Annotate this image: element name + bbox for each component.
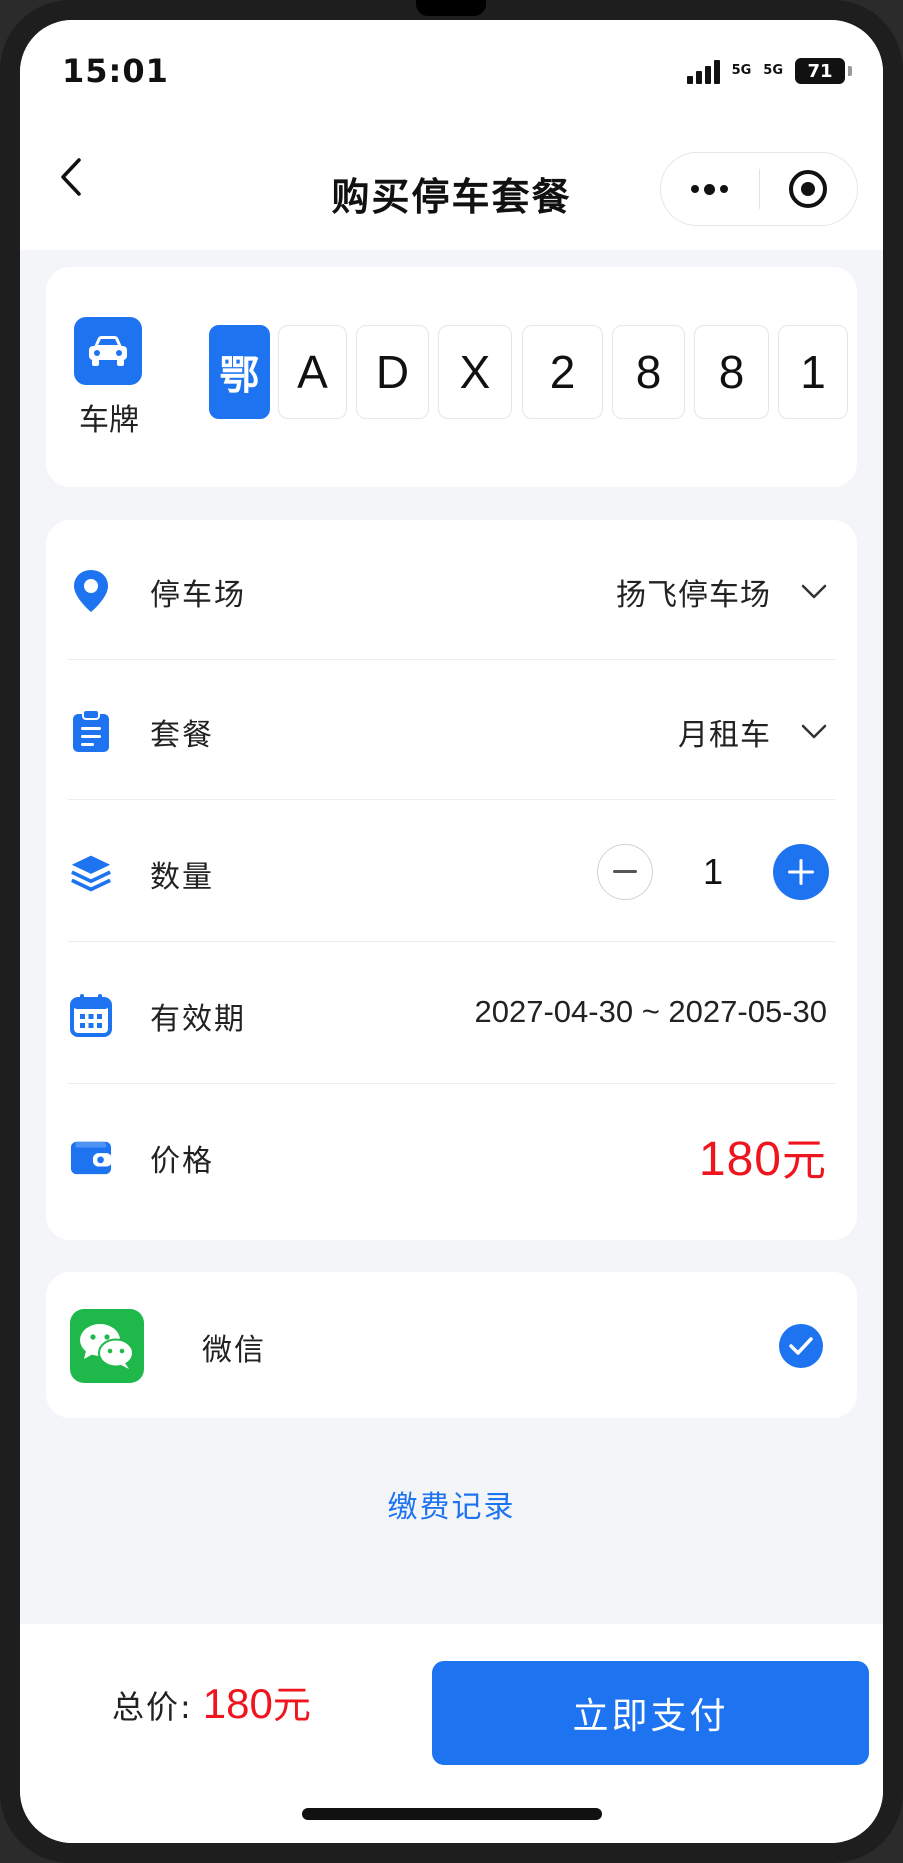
miniprogram-capsule <box>660 152 858 226</box>
target-icon <box>789 170 828 208</box>
plate-label: 车牌 <box>79 403 139 438</box>
package-label: 套餐 <box>150 718 214 753</box>
package-row[interactable]: 套餐 月租车 <box>46 660 857 800</box>
parking-lot-select[interactable]: 扬飞停车场 <box>616 570 827 614</box>
nav-bar: 购买停车套餐 <box>20 130 883 250</box>
plate-cell[interactable]: 8 <box>694 325 769 419</box>
more-button[interactable] <box>661 153 759 225</box>
status-bar: 15:01 5G 5G 71 <box>20 20 883 130</box>
status-icons: 5G 5G 71 <box>686 58 852 84</box>
row-divider <box>68 941 835 942</box>
payment-records-link[interactable]: 缴费记录 <box>20 1482 883 1526</box>
package-value: 月租车 <box>678 718 771 753</box>
order-details-card: 停车场 扬飞停车场 套餐 月租车 数量 1 有效期 2027-04-30 ~ 2… <box>46 520 857 1240</box>
plate-cell-province[interactable]: 鄂 <box>209 325 270 419</box>
price-amount: 180 <box>698 1133 782 1186</box>
screen: 15:01 5G 5G 71 购买停车套餐 车牌 鄂 A D X 2 8 8 1… <box>20 20 883 1843</box>
status-time: 15:01 <box>62 52 169 90</box>
package-select[interactable]: 月租车 <box>678 710 827 754</box>
camera-notch <box>416 0 486 16</box>
quantity-value: 1 <box>702 851 724 892</box>
plate-cell[interactable]: A <box>278 325 347 419</box>
more-dots-icon <box>691 183 729 195</box>
network-5g-label-2: 5G <box>763 63 783 78</box>
quantity-row: 数量 1 <box>46 802 857 942</box>
validity-value: 2027-04-30 ~ 2027-05-30 <box>474 994 827 1029</box>
plate-cell[interactable]: 8 <box>612 325 685 419</box>
plate-cell[interactable]: X <box>438 325 512 419</box>
total-label: 总价: <box>112 1688 193 1726</box>
payment-method-label: 微信 <box>202 1333 266 1368</box>
decrease-button[interactable] <box>597 844 653 900</box>
layers-icon <box>70 852 112 894</box>
phone-frame: 15:01 5G 5G 71 购买停车套餐 车牌 鄂 A D X 2 8 8 1… <box>0 0 903 1863</box>
car-icon <box>74 317 142 385</box>
validity-label: 有效期 <box>150 1002 246 1037</box>
price-row: 价格 180元 <box>46 1086 857 1226</box>
parking-lot-value: 扬飞停车场 <box>616 578 771 613</box>
chevron-down-icon <box>801 579 827 605</box>
plus-icon <box>788 859 814 885</box>
plate-cell[interactable]: 2 <box>522 325 603 419</box>
clipboard-icon <box>70 709 112 752</box>
total-amount: 180 <box>202 1680 273 1727</box>
quantity-stepper: 1 <box>597 844 829 900</box>
plate-card: 车牌 鄂 A D X 2 8 8 1 <box>46 267 857 487</box>
signal-icon <box>686 58 720 84</box>
plate-cell[interactable]: 1 <box>778 325 848 419</box>
price-label: 价格 <box>150 1144 214 1179</box>
calendar-icon <box>70 994 112 1037</box>
location-pin-icon <box>70 570 112 612</box>
total-price: 总价: 180元 <box>112 1674 311 1729</box>
battery-level: 71 <box>807 60 833 82</box>
wallet-icon <box>70 1136 112 1178</box>
price-unit: 元 <box>782 1135 827 1186</box>
plate-cell[interactable]: D <box>356 325 429 419</box>
total-unit: 元 <box>272 1683 311 1727</box>
wechat-icon <box>70 1309 144 1383</box>
validity-row: 有效期 2027-04-30 ~ 2027-05-30 <box>46 944 857 1084</box>
parking-lot-row[interactable]: 停车场 扬飞停车场 <box>46 520 857 660</box>
plate-label-group: 车牌 <box>74 317 144 439</box>
battery-icon: 71 <box>795 58 852 84</box>
close-miniprogram-button[interactable] <box>760 153 858 225</box>
parking-lot-label: 停车场 <box>150 578 246 613</box>
minus-icon <box>613 870 637 873</box>
row-divider <box>68 799 835 800</box>
network-5g-label: 5G <box>731 63 752 78</box>
quantity-label: 数量 <box>150 860 214 895</box>
check-icon[interactable] <box>779 1324 823 1368</box>
pay-now-button[interactable]: 立即支付 <box>432 1661 869 1765</box>
payment-method-card[interactable]: 微信 <box>46 1272 857 1418</box>
price-value: 180元 <box>699 1124 827 1188</box>
home-indicator[interactable] <box>302 1808 602 1820</box>
increase-button[interactable] <box>773 844 829 900</box>
row-divider <box>68 1083 835 1084</box>
chevron-down-icon <box>801 719 827 745</box>
